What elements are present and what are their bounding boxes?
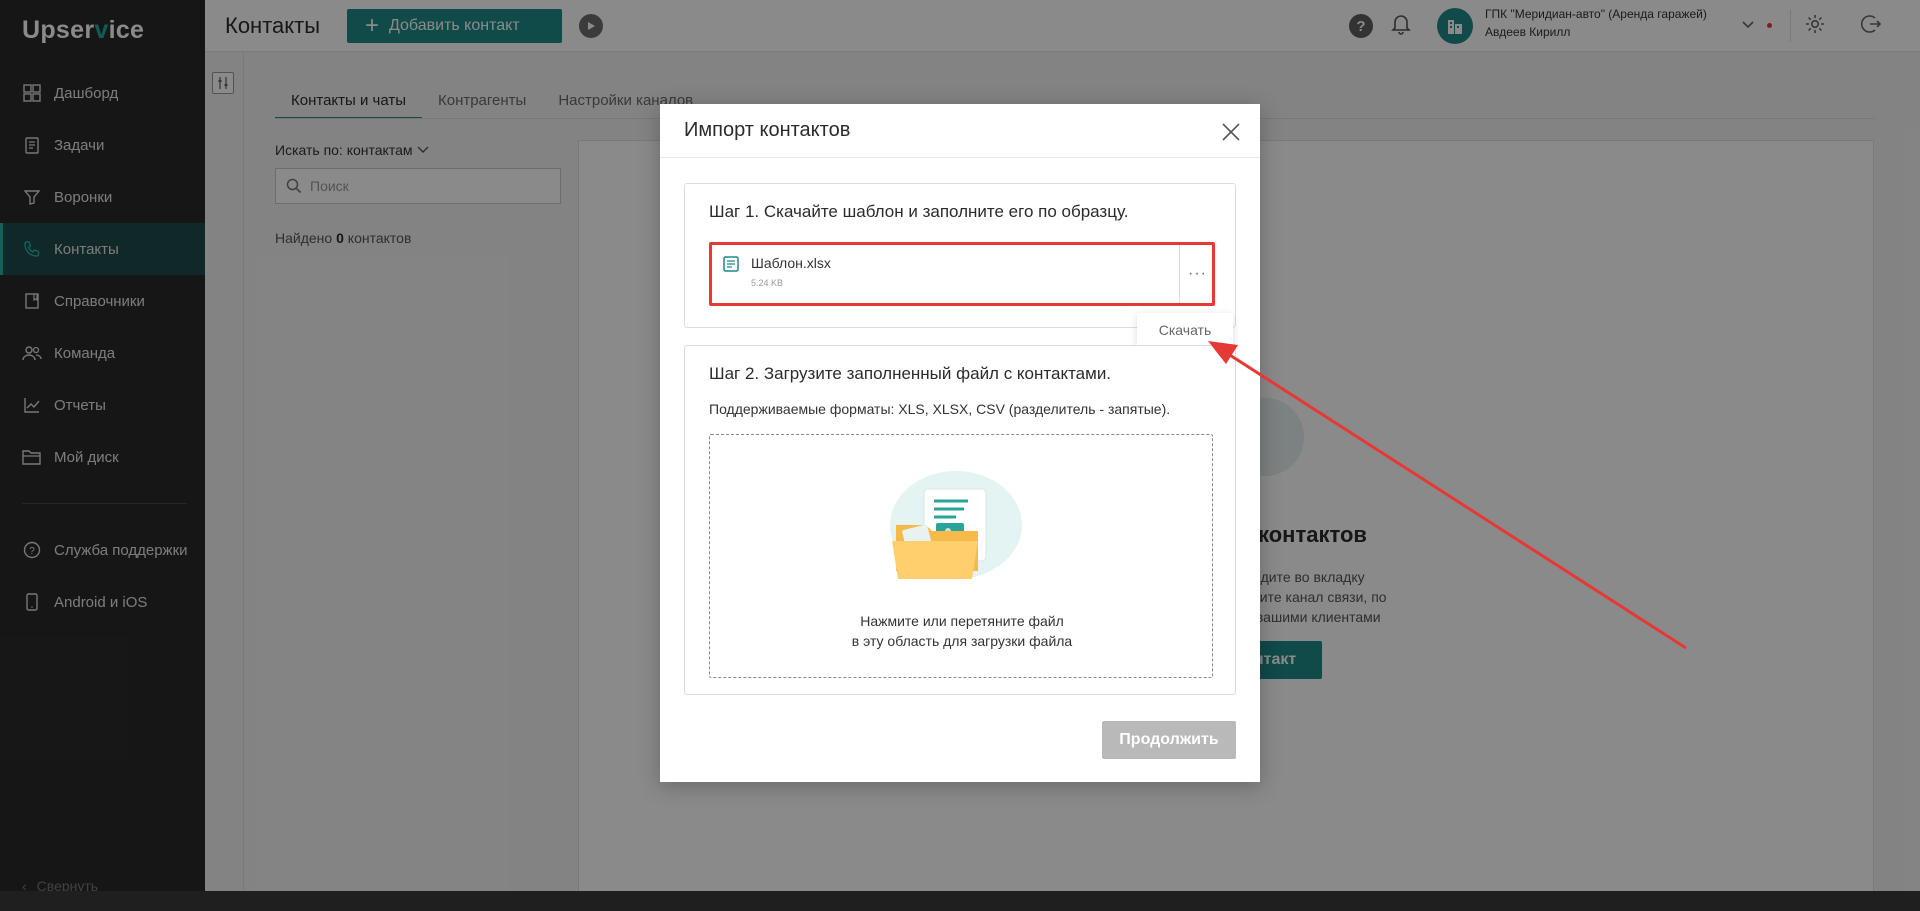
- step2-title: Шаг 2. Загрузите заполненный файл с конт…: [709, 364, 1112, 383]
- file-name: Шаблон.xlsx: [751, 255, 831, 271]
- file-dropzone[interactable]: Нажмите или перетяните файл в эту област…: [709, 434, 1213, 678]
- download-menu-item[interactable]: Скачать: [1137, 313, 1233, 347]
- modal-title: Импорт контактов: [684, 119, 851, 141]
- dropzone-text-line2: в эту область для загрузки файла: [851, 633, 1073, 649]
- folder-upload-illustration: [882, 471, 1022, 588]
- spreadsheet-file-icon: [723, 256, 739, 277]
- close-icon: [1222, 123, 1240, 141]
- template-file-item[interactable]: Шаблон.xlsx 5.24 KB ···: [709, 242, 1215, 306]
- step1-card: Шаг 1. Скачайте шаблон и заполните его п…: [684, 183, 1236, 347]
- step1-title: Шаг 1. Скачайте шаблон и заполните его п…: [709, 202, 1129, 221]
- dropzone-text-line1: Нажмите или перетяните файл: [860, 613, 1064, 629]
- continue-button[interactable]: Продолжить: [1102, 721, 1236, 759]
- close-button[interactable]: [1219, 120, 1243, 144]
- file-size: 5.24 KB: [751, 278, 784, 288]
- more-options-button[interactable]: ···: [1179, 245, 1215, 303]
- modal-header: Импорт контактов: [660, 104, 1260, 158]
- supported-formats-text: Поддерживаемые форматы: XLS, XLSX, CSV (…: [709, 401, 1171, 417]
- step2-card: Шаг 2. Загрузите заполненный файл с конт…: [684, 345, 1236, 695]
- import-contacts-modal: Импорт контактов Шаг 1. Скачайте шаблон …: [660, 104, 1260, 782]
